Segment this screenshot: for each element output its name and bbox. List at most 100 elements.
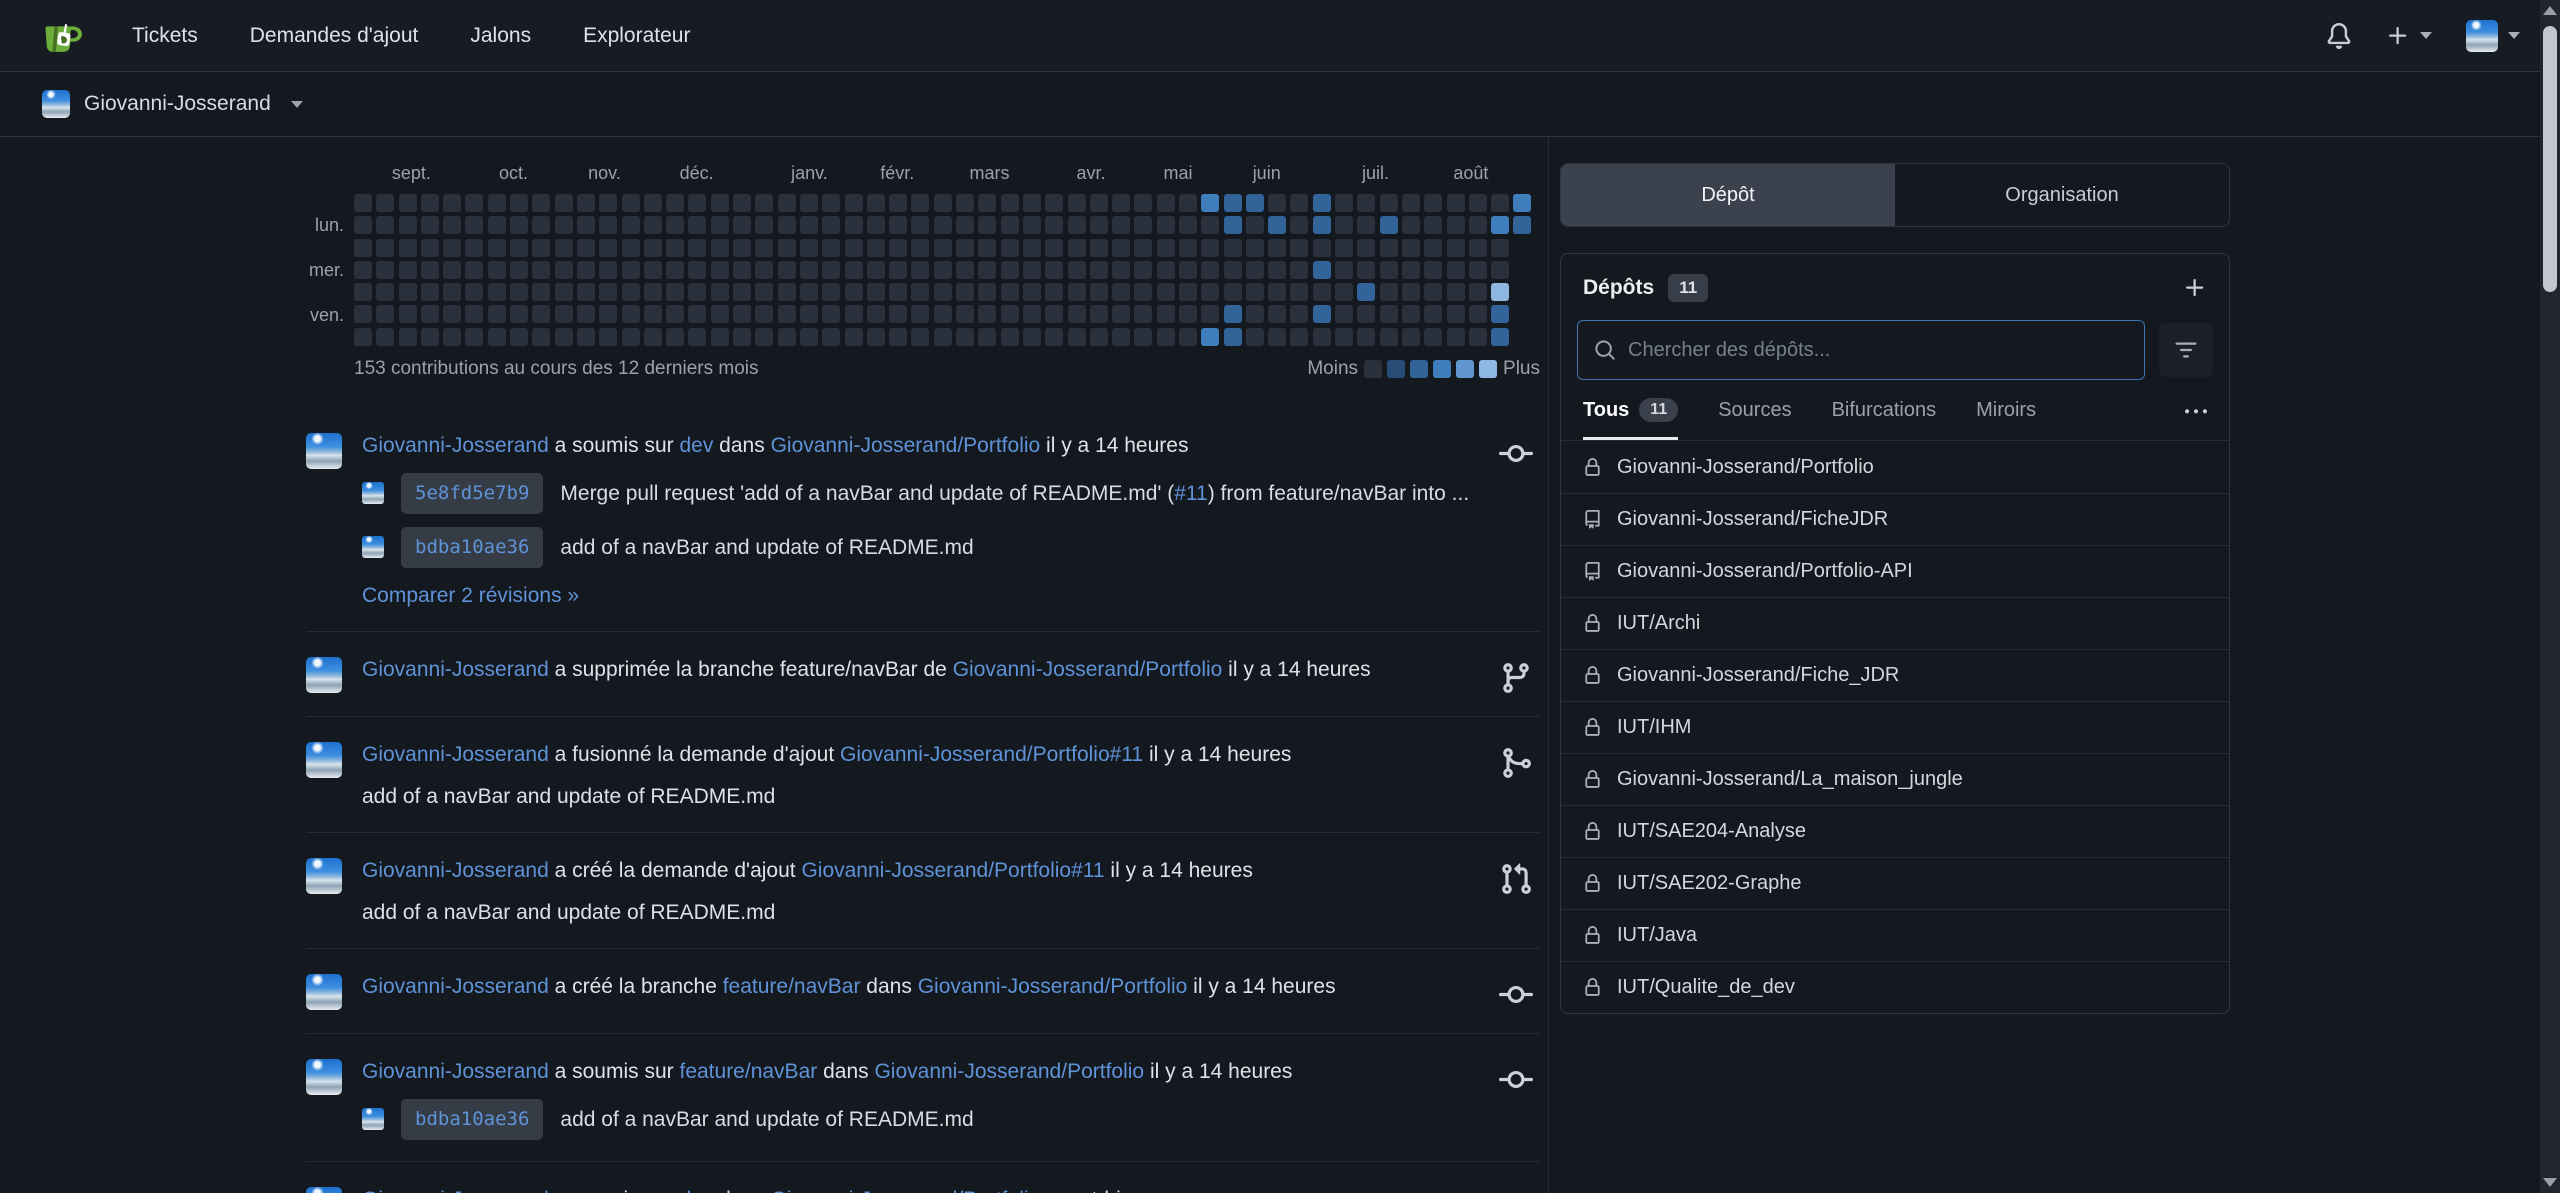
heatmap-cell [755,216,773,234]
repo-filter-tous[interactable]: Tous11 [1583,398,1678,440]
scrollbar-down-arrow-icon[interactable] [2543,1178,2557,1187]
repo-list-item[interactable]: Giovanni-Josserand/FicheJDR [1561,493,2229,545]
feed-link[interactable]: Giovanni-Josserand [362,743,549,766]
chevron-down-icon [2420,32,2432,39]
notifications-button[interactable] [2326,23,2352,49]
repo-filter-bifurcations[interactable]: Bifurcations [1832,399,1937,440]
repo-list-item[interactable]: IUT/Archi [1561,597,2229,649]
heatmap-cell [599,239,617,257]
nav-link[interactable]: Tickets [132,24,198,47]
heatmap-cell [1157,216,1175,234]
heatmap-cell [1090,328,1108,346]
git-commit-icon [1496,972,1536,1012]
tab-depot[interactable]: Dépôt [1561,164,1895,226]
feed-link[interactable]: Giovanni-Josserand/Portfolio [874,1060,1144,1083]
create-new-button[interactable] [2386,24,2432,48]
feed-link[interactable]: feature/navBar [679,1060,817,1083]
new-repo-button[interactable] [2183,276,2207,300]
heatmap-cell [1201,216,1219,234]
repo-list-item[interactable]: IUT/Qualite_de_dev [1561,961,2229,1013]
feed-link[interactable]: Giovanni-Josserand/Portfolio#11 [801,859,1104,882]
nav-link[interactable]: Jalons [470,24,531,47]
heatmap-cell [577,328,595,346]
repo-org-tabs: DépôtOrganisation [1560,163,2230,227]
repo-list-item[interactable]: IUT/Java [1561,909,2229,961]
repo-list-item[interactable]: Giovanni-Josserand/Portfolio-API [1561,545,2229,597]
heatmap-cell [532,194,550,212]
activity-feed: Giovanni-Josserand a soumis sur dev dans… [306,408,1540,1193]
feed-link[interactable]: #11 [1174,482,1207,505]
legend-less-label: Moins [1307,358,1358,380]
repo-filter-sources[interactable]: Sources [1718,399,1791,440]
repo-filter-miroirs[interactable]: Miroirs [1976,399,2036,440]
heatmap-cell [1469,239,1487,257]
heatmap-cell [688,216,706,234]
feed-link[interactable]: Giovanni-Josserand [362,975,549,998]
feed-link[interactable]: Giovanni-Josserand/Portfolio [771,434,1041,457]
commit-hash-link[interactable]: bdba10ae36 [401,1099,543,1140]
heatmap-cell [911,283,929,301]
heatmap-month-label: juin [1253,163,1281,184]
feed-link[interactable]: Giovanni-Josserand/Portfolio#11 [840,743,1143,766]
top-navbar: Tickets Demandes d'ajout Jalons Explorateur [0,0,2560,72]
heatmap-cell [1268,194,1286,212]
heatmap-cell [1469,216,1487,234]
feed-link[interactable]: feature/navBar [723,975,861,998]
commit-hash-link[interactable]: bdba10ae36 [401,527,543,568]
repo-search-input[interactable] [1628,339,2128,362]
user-avatar [306,433,342,469]
heatmap-month-label: févr. [880,163,914,184]
context-switcher[interactable]: Giovanni-Josserand [0,72,2560,137]
heatmap-cell [711,261,729,279]
heatmap-cell [1090,283,1108,301]
heatmap-cell [1357,194,1375,212]
heatmap-cell [1268,216,1286,234]
commit-hash-link[interactable]: 5e8fd5e7b9 [401,473,543,514]
feed-link[interactable]: Giovanni-Josserand [362,1060,549,1083]
heatmap-cell [1290,305,1308,323]
repo-list-item[interactable]: IUT/IHM [1561,701,2229,753]
search-icon [1594,339,1616,361]
heatmap-cell [1313,216,1331,234]
repo-list-item[interactable]: Giovanni-Josserand/Portfolio [1561,441,2229,493]
heatmap-cell [755,261,773,279]
user-menu-button[interactable] [2466,20,2520,52]
repo-filter-button[interactable] [2159,323,2213,377]
user-avatar [306,858,342,894]
heatmap-cell [1246,283,1264,301]
nav-item: Explorateur [583,24,690,48]
gitea-logo-icon[interactable] [40,14,84,58]
repo-list-item[interactable]: Giovanni-Josserand/La_maison_jungle [1561,753,2229,805]
feed-link[interactable]: Giovanni-Josserand [362,859,549,882]
feed-entry: Giovanni-Josserand a supprimée la branch… [306,632,1540,717]
scrollbar-thumb[interactable] [2543,26,2557,292]
heatmap-day-label: ven. [310,305,344,326]
heatmap-cell [1268,328,1286,346]
nav-link[interactable]: Demandes d'ajout [250,24,419,47]
heatmap-cell [1134,216,1152,234]
heatmap-cell [934,283,952,301]
heatmap-cell [1068,239,1086,257]
scrollbar-up-arrow-icon[interactable] [2543,6,2557,15]
feed-link[interactable]: Giovanni-Josserand [362,1188,549,1193]
nav-link[interactable]: Explorateur [583,24,690,47]
feed-link[interactable]: Giovanni-Josserand [362,658,549,681]
page-scrollbar[interactable] [2540,0,2560,1193]
repo-list-item[interactable]: IUT/SAE202-Graphe [1561,857,2229,909]
heatmap-cell [644,194,662,212]
feed-link[interactable]: Giovanni-Josserand/Portfolio [953,658,1223,681]
feed-link[interactable]: dev [679,1188,713,1193]
feed-link[interactable]: Giovanni-Josserand [362,434,549,457]
more-filters-button[interactable] [2185,401,2207,438]
feed-link[interactable]: dev [679,434,713,457]
repo-list-item[interactable]: Giovanni-Josserand/Fiche_JDR [1561,649,2229,701]
feed-link[interactable]: Giovanni-Josserand/Portfolio [771,1188,1041,1193]
heatmap-cell [1357,216,1375,234]
feed-link[interactable]: Giovanni-Josserand/Portfolio [918,975,1188,998]
heatmap-cell [532,328,550,346]
heatmap-cell [443,239,461,257]
compare-revisions-link[interactable]: Comparer 2 révisions » [362,584,579,607]
tab-organisation[interactable]: Organisation [1895,164,2229,226]
heatmap-cell [1068,283,1086,301]
repo-list-item[interactable]: IUT/SAE204-Analyse [1561,805,2229,857]
